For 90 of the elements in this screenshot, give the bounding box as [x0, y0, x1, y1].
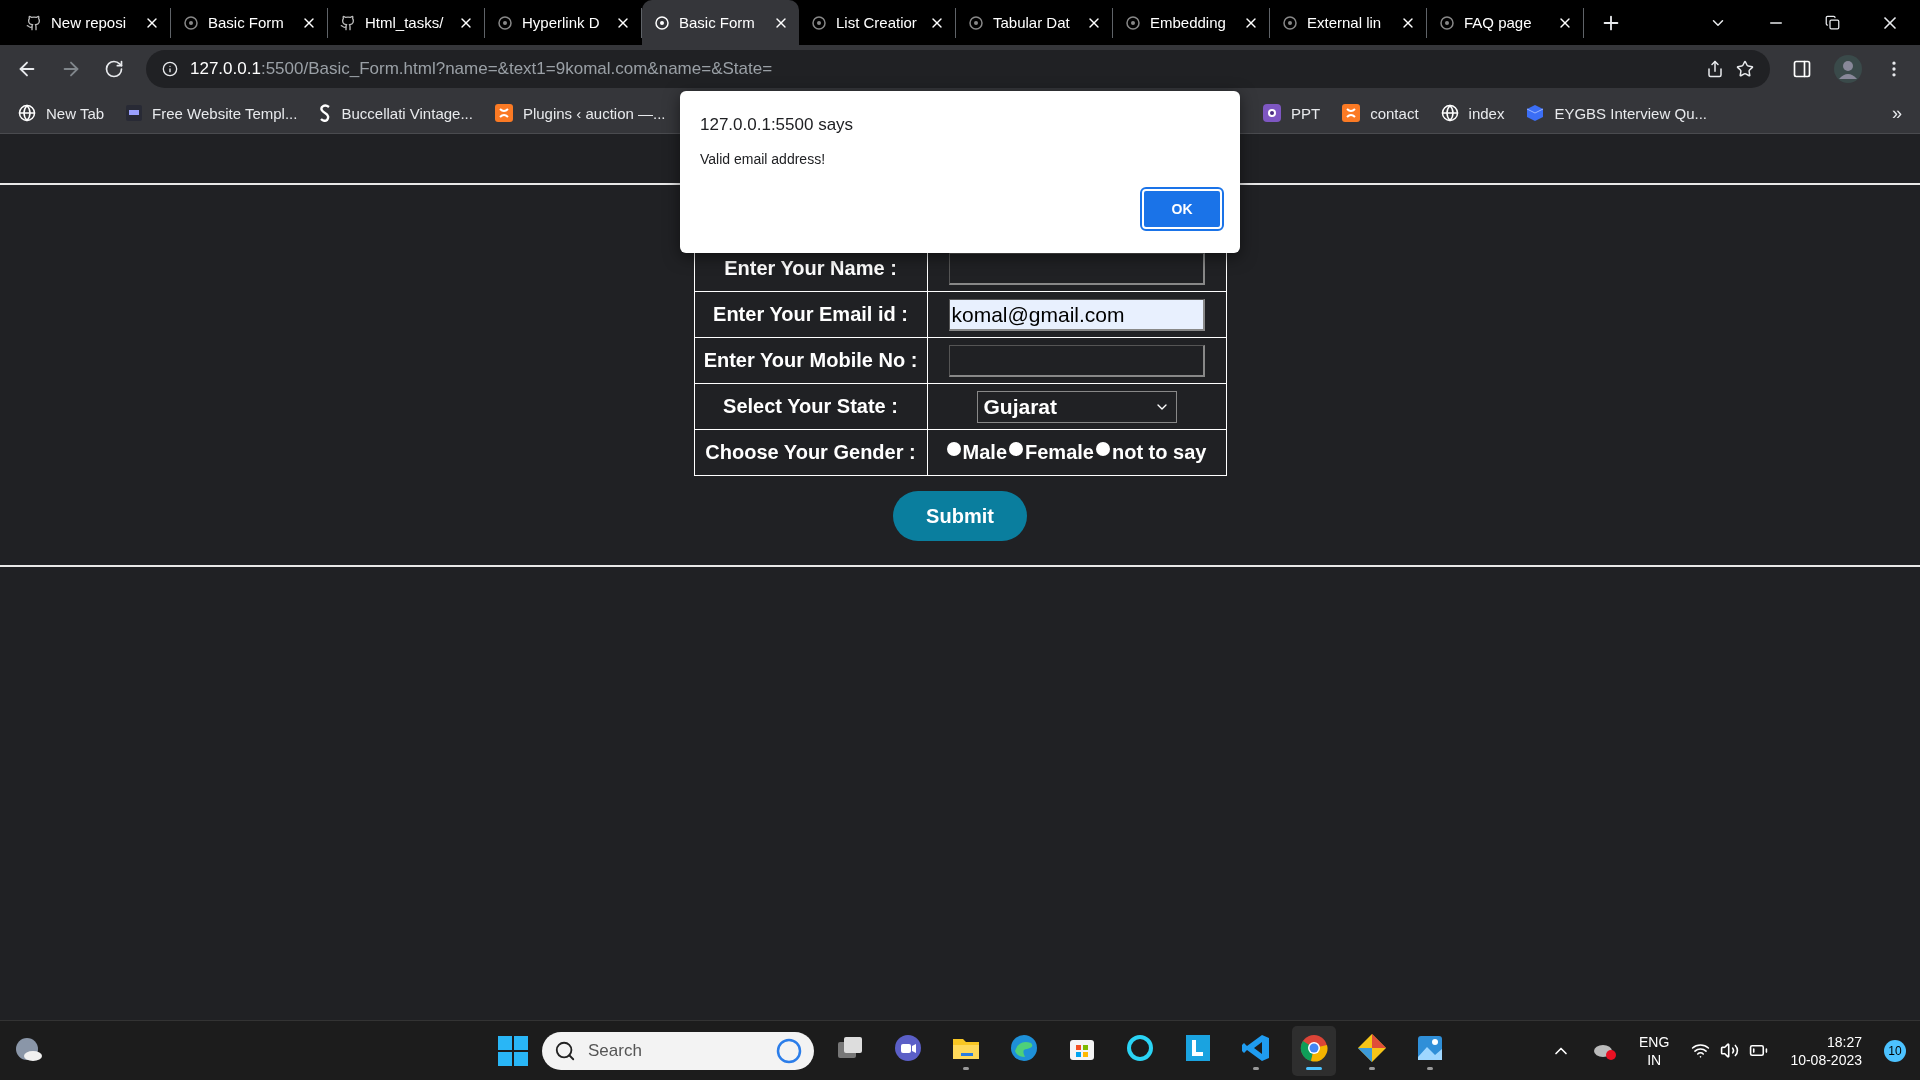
bookmark[interactable]: contact — [1342, 104, 1419, 122]
page-icon — [1282, 14, 1298, 31]
edge-browser-icon — [1009, 1032, 1039, 1063]
browser-tab[interactable]: Html_tasks/ — [328, 7, 485, 38]
info-icon[interactable] — [162, 61, 178, 77]
ring-icon — [1125, 1032, 1155, 1063]
more-bookmarks-button[interactable]: » — [1892, 102, 1902, 124]
windows-start-icon[interactable] — [498, 1036, 528, 1066]
browser-tab[interactable]: External lin — [1270, 7, 1427, 38]
l-app-icon — [1183, 1032, 1213, 1063]
bookmark[interactable]: Buccellati Vintage... — [319, 104, 473, 122]
bookmark[interactable]: EYGBS Interview Qu... — [1526, 104, 1707, 122]
cube-icon — [1526, 104, 1545, 122]
input-field[interactable]: komal@gmail.com — [948, 298, 1205, 331]
page-icon — [968, 14, 984, 31]
browser-tab[interactable]: Basic Form — [171, 7, 328, 38]
code-editor-icon — [1241, 1032, 1271, 1063]
form-label: Select Your State : — [723, 395, 898, 417]
wifi-icon[interactable] — [1691, 1041, 1711, 1060]
dialog-title: 127.0.0.1:5500 says — [700, 115, 855, 135]
tab-title: Tabular Dat — [993, 14, 1071, 31]
page-icon — [1125, 14, 1141, 31]
globe-icon — [1440, 104, 1459, 122]
diamond-app-icon — [1357, 1032, 1387, 1063]
tab-title: Hyperlink D — [522, 14, 601, 31]
volume-icon[interactable] — [1720, 1041, 1740, 1060]
form-label: Enter Your Mobile No : — [703, 349, 918, 371]
bookmark[interactable]: index — [1440, 104, 1505, 122]
state-select[interactable]: Gujarat — [976, 390, 1177, 423]
github-icon — [340, 14, 356, 31]
browser-tab[interactable]: Embedding — [1113, 7, 1270, 38]
browser-tab[interactable]: New reposi — [14, 7, 171, 38]
bookmark-star-icon[interactable] — [1736, 60, 1754, 78]
radio-button[interactable] — [1009, 441, 1024, 456]
chat-ring-icon[interactable] — [776, 1038, 802, 1064]
s-logo-icon — [319, 104, 332, 122]
tab-title: Html_tasks/ — [365, 14, 445, 31]
xampp-icon — [1342, 104, 1361, 122]
search-icon — [554, 1040, 576, 1062]
share-icon[interactable] — [1706, 60, 1724, 78]
bookmark[interactable]: Free Website Templ... — [126, 104, 298, 122]
bookmark[interactable]: Plugins ‹ auction —... — [494, 104, 666, 122]
xampp-icon — [494, 104, 513, 122]
page-icon — [183, 14, 199, 31]
globe-icon — [18, 104, 36, 122]
camera-app-icon — [1263, 104, 1281, 122]
radio-label: Female — [1025, 441, 1094, 464]
language-indicator[interactable]: ENG IN — [1639, 1032, 1670, 1069]
github-icon — [26, 14, 42, 31]
browser-tab[interactable]: FAQ page — [1427, 7, 1584, 38]
browser-tab[interactable]: Tabular Dat — [956, 7, 1113, 38]
w3-logo-icon — [126, 105, 143, 121]
side-panel-icon[interactable] — [1792, 59, 1812, 79]
radio-label: not to say — [1111, 441, 1207, 464]
tab-title: List Creatior — [836, 14, 918, 31]
browser-tab[interactable]: Basic Form — [642, 0, 799, 45]
tab-title: Basic Form — [208, 14, 285, 31]
radio-button[interactable] — [946, 441, 961, 456]
address-bar[interactable]: 127.0.0.1:5500/Basic_Form.html?name=&text1=9komal.com&name=&State= — [146, 50, 1770, 88]
profile-avatar[interactable] — [1834, 55, 1862, 83]
restore-icon[interactable] — [1825, 15, 1840, 30]
dialog-message: Valid email address! — [700, 151, 827, 167]
form-label: Choose Your Gender : — [705, 441, 916, 463]
submit-button[interactable]: Submit — [893, 491, 1027, 541]
tab-title: External lin — [1307, 14, 1383, 31]
tab-title: Basic Form — [679, 14, 756, 31]
tab-title: New reposi — [51, 14, 128, 31]
video-chat-icon — [893, 1032, 923, 1063]
browser-tab[interactable]: List Creatior — [799, 7, 956, 38]
taskbar-search-field[interactable]: Search — [542, 1032, 814, 1070]
form-label: Enter Your Name : — [724, 257, 897, 279]
tab-title: Embedding — [1150, 14, 1227, 31]
clock[interactable]: 18:27 10-08-2023 — [1790, 1032, 1862, 1069]
radio-label: Male — [962, 441, 1008, 464]
bookmark[interactable]: PPT — [1263, 104, 1321, 122]
chrome-icon — [1299, 1032, 1329, 1063]
form-label: Enter Your Email id : — [713, 303, 908, 325]
page-icon — [1439, 14, 1455, 31]
input-field[interactable] — [948, 252, 1205, 285]
notification-count[interactable]: 10 — [1884, 1039, 1906, 1062]
page-icon — [811, 14, 827, 31]
radio-button[interactable] — [1095, 441, 1110, 456]
ok-button[interactable]: OK — [1142, 189, 1222, 229]
bookmark[interactable]: New Tab — [18, 104, 105, 122]
tab-title: FAQ page — [1464, 14, 1533, 31]
page-icon — [654, 14, 670, 31]
taskbar-app[interactable] — [1292, 1026, 1336, 1076]
reload-icon[interactable] — [104, 59, 124, 79]
page-icon — [497, 14, 513, 31]
input-field[interactable] — [948, 344, 1205, 377]
